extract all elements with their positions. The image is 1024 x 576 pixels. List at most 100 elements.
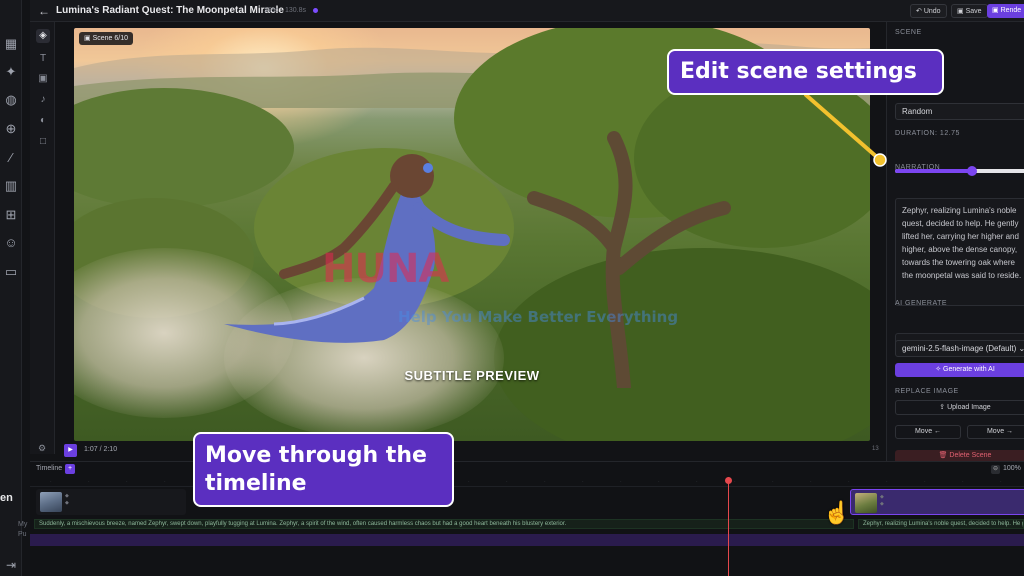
back-arrow-icon[interactable]: ← [38, 4, 50, 18]
video-icon[interactable]: ▭ [3, 264, 19, 280]
plus-circle-icon[interactable]: ⊕ [3, 121, 19, 137]
scene-badge: ▣ Scene 6/10 [79, 32, 133, 45]
text-icon[interactable]: T [36, 52, 50, 66]
save-label: Save [965, 8, 982, 15]
watermark-tagline: Help You Make Better Everything [398, 308, 679, 326]
ruler-tick: · [1000, 479, 1002, 485]
ruler-tick: · [468, 479, 470, 485]
model-value: gemini-2.5-flash-image (Default) [902, 344, 1017, 353]
tool-rail: ◈ T ▣ ♪ ◐ □ [30, 22, 55, 454]
music-icon[interactable]: ♪ [36, 93, 50, 107]
ruler-tick: · [620, 479, 622, 485]
playhead-knob[interactable] [725, 477, 732, 484]
duration-label: DURATION: 12.75 [895, 130, 960, 137]
ruler-tick: · [164, 479, 166, 485]
player-controls: ⚙ ▶ 1:07 / 2:10 13 [30, 441, 886, 461]
timeline-label: Timeline [36, 465, 63, 472]
audio-track[interactable] [30, 534, 1024, 546]
watermark-logo: HUNA [322, 246, 449, 292]
subtitle-preview: SUBTITLE PREVIEW [404, 368, 540, 383]
replace-image-heading: REPLACE IMAGE [895, 388, 959, 395]
ruler-tick: · [886, 479, 888, 485]
gift-icon[interactable]: ⊞ [3, 207, 19, 223]
clip-thumbnail [40, 492, 62, 512]
logout-icon[interactable]: ⇥ [3, 558, 19, 574]
palette-icon[interactable]: ◐ [36, 114, 50, 128]
timeline-add-button[interactable]: + [65, 464, 75, 474]
edit-scene-callout: Edit scene settings [667, 49, 944, 95]
clip-meta: ◆ ◆ [65, 493, 69, 506]
ruler-tick: · [544, 479, 546, 485]
time-readout: 1:07 / 2:10 [84, 446, 118, 453]
mouse-cursor-icon: ☝ [823, 500, 851, 525]
generate-with-ai-button[interactable]: ✧ Generate with AI [895, 363, 1024, 377]
timeline-ruler[interactable]: ·························· [30, 477, 1024, 487]
image-icon[interactable]: ▣ [36, 72, 50, 86]
square-icon[interactable]: □ [36, 135, 50, 149]
globe-icon[interactable]: ◍ [3, 92, 19, 108]
save-button[interactable]: ▣ Save [951, 4, 988, 18]
ruler-tick: · [582, 479, 584, 485]
ruler-tick: · [734, 479, 736, 485]
scene-badge-label: Scene 6/10 [92, 35, 128, 42]
delete-label: Delete Scene [949, 452, 992, 459]
model-select[interactable]: gemini-2.5-flash-image (Default) ⌄ [895, 340, 1024, 357]
ai-generate-heading: AI GENERATE [895, 300, 948, 307]
move-right-button[interactable]: Move → [967, 425, 1024, 439]
sparkle-icon[interactable]: ✦ [3, 64, 19, 80]
narration-heading: NARRATION [895, 164, 941, 171]
ruler-tick: · [924, 479, 926, 485]
ruler-tick: · [696, 479, 698, 485]
project-title: Lumina's Radiant Quest: The Moonpetal Mi… [56, 5, 284, 16]
narration-textarea[interactable]: Zephyr, realizing Lumina's noble quest, … [895, 198, 1024, 306]
grid-icon[interactable]: ▦ [3, 36, 19, 52]
timeline-clip-1[interactable]: ◆ ◆ [36, 489, 186, 515]
magic-wand-icon[interactable]: ⁄ [3, 150, 19, 166]
caption-track-1[interactable]: Suddenly, a mischievous breeze, named Ze… [34, 519, 854, 529]
global-nav: ▦ ✦ ◍ ⊕ ⁄ ▥ ⊞ ☺ ▭ ⇥ [0, 0, 22, 576]
ruler-tick: · [50, 479, 52, 485]
scene-heading: SCENE [895, 29, 922, 36]
duration-slider-thumb[interactable] [967, 166, 977, 176]
building-icon[interactable]: ▥ [3, 178, 19, 194]
move-right-label: Move → [986, 428, 1014, 435]
timeline: Timeline + ⊖ 100% ······················… [30, 461, 1024, 576]
chevron-down-icon: ⌄ [1018, 344, 1024, 353]
render-button[interactable]: ▣ Rende [987, 4, 1024, 18]
language-label: en [0, 492, 13, 504]
ruler-tick: · [658, 479, 660, 485]
undo-button[interactable]: ↶ Undo [910, 4, 947, 18]
generate-label: Generate with AI [943, 366, 995, 373]
zoom-icon[interactable]: ⊖ [991, 465, 1000, 474]
ruler-tick: · [126, 479, 128, 485]
playhead[interactable] [725, 477, 732, 576]
ruler-tick: · [810, 479, 812, 485]
play-button[interactable]: ▶ [64, 444, 77, 457]
zoom-readout: 100% [1003, 465, 1021, 472]
app-window: ▦ ✦ ◍ ⊕ ⁄ ▥ ⊞ ☺ ▭ ⇥ en My Pu ← Lumina's … [0, 0, 1024, 576]
gear-icon[interactable]: ⚙ [38, 443, 46, 454]
status-dot [313, 8, 318, 13]
project-meta: 10sc · 130.8s [264, 7, 307, 14]
ruler-tick: · [506, 479, 508, 485]
ruler-tick: · [962, 479, 964, 485]
layers-icon[interactable]: ◈ [36, 29, 50, 43]
transition-value: Random [902, 107, 933, 116]
upload-label: Upload Image [947, 404, 991, 411]
timeline-clip-selected[interactable]: ◆ ◆ [850, 489, 1024, 515]
ruler-tick: · [88, 479, 90, 485]
ruler-tick: · [848, 479, 850, 485]
undo-label: Undo [923, 8, 941, 15]
move-left-label: Move ← [914, 428, 942, 435]
clip-thumbnail-selected [855, 493, 877, 513]
render-label: Rende [1000, 7, 1022, 14]
topbar: ← Lumina's Radiant Quest: The Moonpetal … [30, 0, 1024, 22]
player-end-label: 13 [872, 446, 879, 452]
upload-image-button[interactable]: ⇪ Upload Image [895, 400, 1024, 415]
caption-track-selected[interactable]: Zephyr, realizing Lumina's noble quest, … [858, 519, 1024, 529]
move-left-button[interactable]: Move ← [895, 425, 961, 439]
account-label: My Pu [18, 521, 28, 538]
users-icon[interactable]: ☺ [3, 235, 19, 251]
ruler-tick: · [772, 479, 774, 485]
transition-select[interactable]: Random [895, 103, 1024, 120]
